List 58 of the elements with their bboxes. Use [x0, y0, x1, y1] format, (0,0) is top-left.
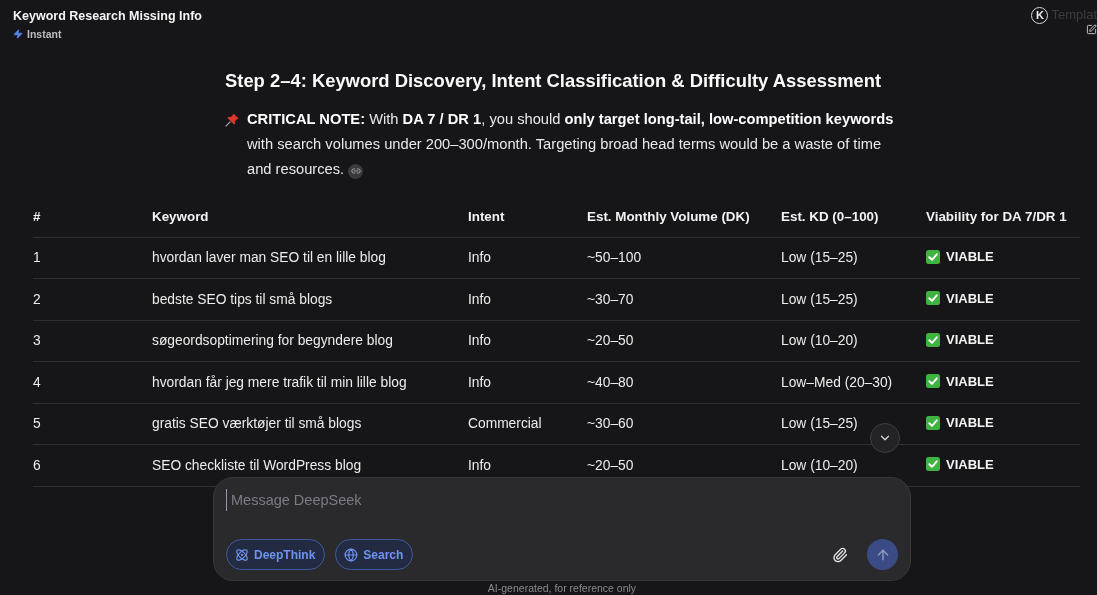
table-cell: hvordan får jeg mere trafik til min lille blog [152, 374, 407, 390]
globe-icon [344, 547, 359, 562]
status-label: VIABLE [946, 373, 994, 389]
table-cell: ~30–70 [587, 291, 634, 307]
status-label: VIABLE [946, 332, 994, 347]
table-cell: 5 [33, 416, 41, 432]
table-cell: Low–Med (20–30) [781, 374, 893, 390]
table-cell: 2 [33, 291, 41, 307]
table-cell: ~50–100 [587, 250, 642, 266]
table-cell: SEO checkliste til WordPress blog [152, 457, 362, 473]
status-label: VIABLE [946, 456, 994, 472]
table-cell: 3 [33, 333, 41, 349]
table-cell: ~40–80 [587, 374, 634, 390]
table-cell: Info [468, 291, 491, 307]
column-header: Est. KD (0–100) [781, 208, 879, 224]
disclaimer-text: AI-generated, for reference only [487, 582, 637, 594]
table-cell: søgeordsoptimering for begyndere blog [152, 333, 393, 349]
table-cell: Info [468, 457, 491, 473]
table-cell: Commercial [468, 416, 542, 432]
table-cell: ~20–50 [587, 457, 634, 473]
table-cell: Info [468, 374, 491, 390]
column-header: Viability for DA 7/DR 1 [926, 208, 1067, 224]
table-cell: ~20–50 [587, 333, 634, 349]
pushpin-icon [225, 112, 240, 127]
table-cell: bedste SEO tips til små blogs [152, 291, 333, 307]
column-header: # [33, 208, 41, 224]
table-cell: Low (15–25) [781, 291, 858, 307]
message-input[interactable]: Message DeepSeek [226, 489, 535, 511]
table-cell: gratis SEO værktøjer til små blogs [152, 416, 362, 432]
table-cell: Low (10–20) [781, 457, 858, 473]
search-toggle[interactable]: Search [335, 539, 414, 570]
table-cell: 4 [33, 374, 41, 390]
column-header: Est. Monthly Volume (DK) [587, 208, 750, 224]
mode-label: Instant [27, 27, 62, 41]
table-cell: Info [468, 250, 491, 266]
table-cell: Low (15–25) [781, 416, 858, 432]
atom-icon [235, 547, 249, 562]
column-header: Keyword [152, 208, 209, 224]
table-cell: ~30–60 [587, 416, 634, 432]
table-cell: Low (10–20) [781, 333, 858, 349]
status-label: VIABLE [946, 290, 994, 306]
table-cell: Low (15–25) [781, 250, 858, 266]
section-heading: Step 2–4: Keyword Discovery, Intent Classification & Difficulty Assessment [225, 69, 882, 93]
edit-icon[interactable] [1086, 24, 1097, 35]
status-label: VIABLE [946, 249, 994, 264]
scroll-down-button[interactable] [870, 423, 900, 453]
note-text: CRITICAL NOTE: With DA 7 / DR 1, you should only target long-tail, low-competition keywords with search volumes under 200–300/month. Targeting broad head terms would be a waste of time and resources. [247, 110, 895, 181]
table-cell: hvordan laver man SEO til en lille blog [152, 250, 386, 266]
deepthink-toggle[interactable]: DeepThink [226, 539, 326, 570]
table-cell: Info [468, 333, 491, 349]
lightning-icon [13, 29, 23, 39]
column-header: Intent [468, 208, 505, 224]
table-cell: 6 [33, 457, 41, 473]
chat-title: Keyword Research Missing Info [13, 8, 202, 24]
table-cell: 1 [33, 250, 41, 266]
paperclip-icon[interactable] [832, 546, 848, 563]
link-icon[interactable] [348, 163, 364, 179]
status-label: VIABLE [946, 415, 994, 430]
